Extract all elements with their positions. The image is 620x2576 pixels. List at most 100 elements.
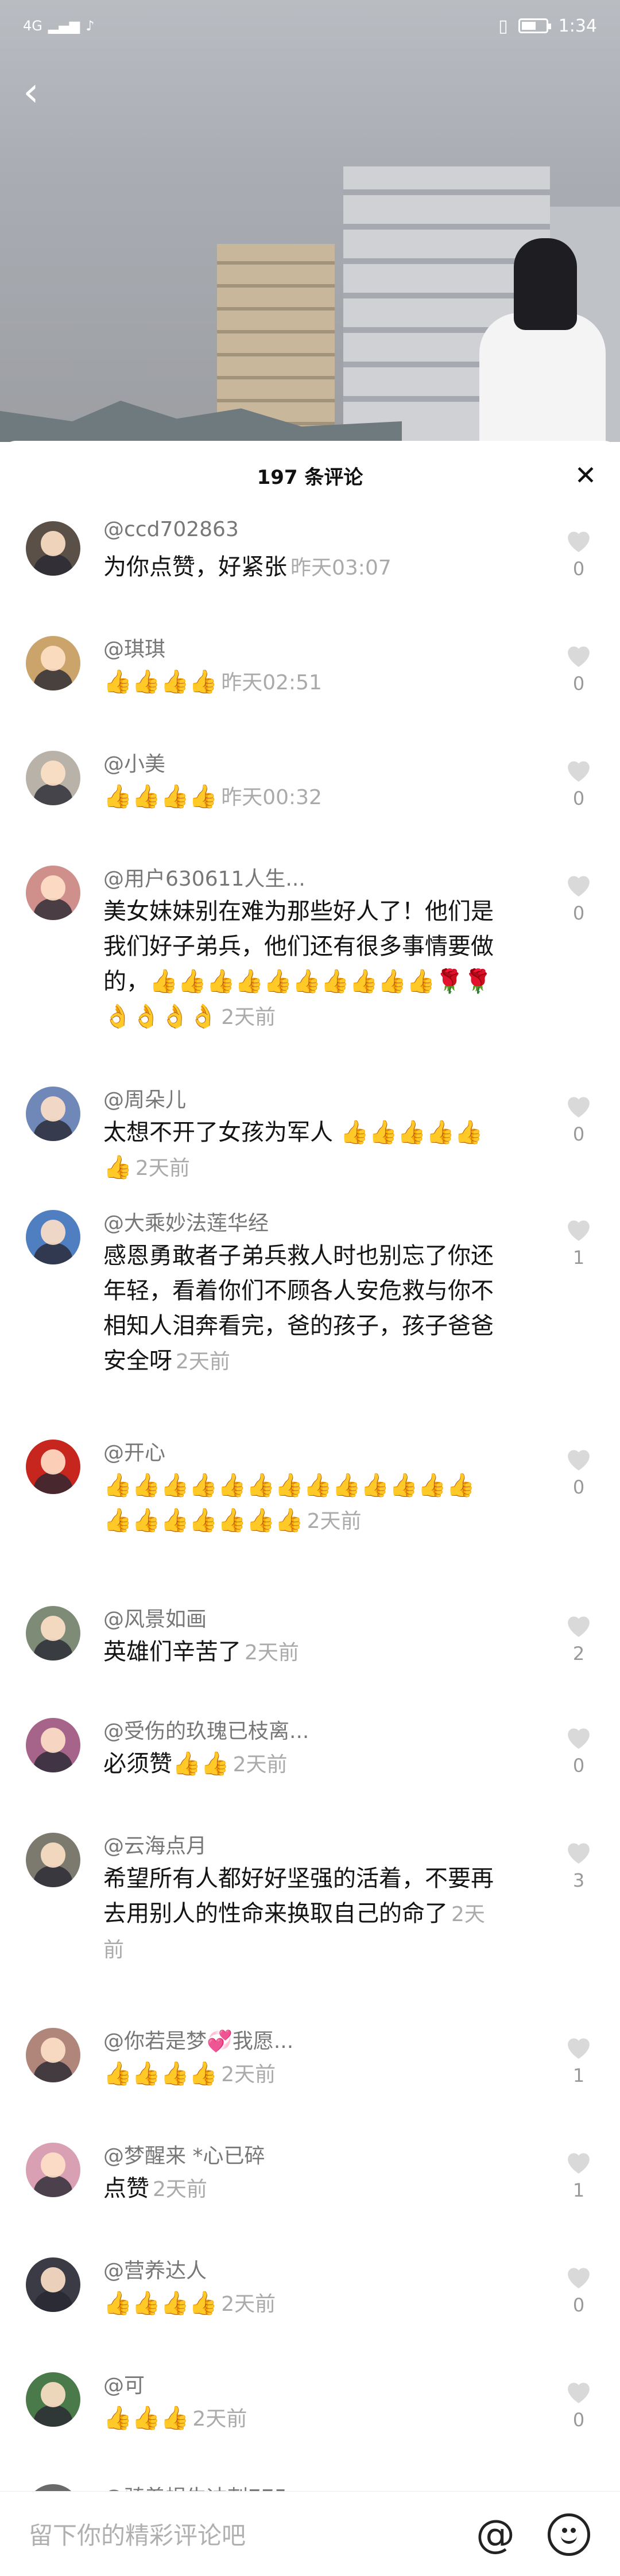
like-button[interactable]: 0 (563, 2263, 595, 2316)
comment-time: 昨天02:51 (221, 671, 322, 695)
comment-body: 👍👍👍👍 (103, 783, 218, 810)
avatar[interactable] (26, 1087, 80, 1141)
status-bar: 4G ▂▄▆ ♪ ▯ 1:34 (0, 0, 620, 52)
heart-icon[interactable] (564, 1612, 594, 1638)
like-button[interactable]: 0 (563, 1445, 595, 1498)
comment-body: 英雄们辛苦了 (103, 1639, 241, 1665)
comment-username[interactable]: @梦醒来 *心已碎 (103, 2139, 265, 2169)
comment-input-bar[interactable]: 留下你的精彩评论吧 @ (0, 2491, 620, 2576)
heart-icon[interactable] (564, 2148, 594, 2175)
avatar[interactable] (26, 1440, 80, 1494)
avatar[interactable] (26, 2372, 80, 2427)
comment-username[interactable]: @用户630611人生... (103, 862, 305, 892)
comment-time: 2天前 (221, 1006, 276, 1029)
like-count: 0 (572, 673, 585, 695)
comment-body: 👍👍👍👍 (103, 2290, 218, 2317)
like-count: 2 (572, 1643, 585, 1665)
heart-icon[interactable] (564, 642, 594, 668)
avatar[interactable] (26, 636, 80, 690)
comment-time: 2天前 (221, 2063, 276, 2086)
heart-icon[interactable] (564, 527, 594, 553)
signal-label: 4G (23, 18, 42, 34)
comment-text: 点赞 2天前 (103, 2171, 499, 2207)
like-button[interactable]: 1 (563, 2034, 595, 2086)
comment-username[interactable]: @可 (103, 2369, 145, 2399)
heart-icon[interactable] (564, 1092, 594, 1119)
comment-input[interactable]: 留下你的精彩评论吧 (29, 2516, 246, 2551)
like-button[interactable]: 0 (563, 2378, 595, 2431)
comment-text: 👍👍👍👍👍👍👍👍👍👍👍👍👍👍👍👍👍👍👍👍 2天前 (103, 1468, 499, 1539)
like-count: 1 (572, 2065, 585, 2086)
like-button[interactable]: 0 (563, 642, 595, 695)
emoji-icon[interactable] (548, 2513, 590, 2556)
comment-username[interactable]: @小美 (103, 747, 165, 777)
like-button[interactable]: 0 (563, 1724, 595, 1776)
avatar[interactable] (26, 1210, 80, 1264)
comment-text: 美女妹妹别在难为那些好人了！他们是我们好子弟兵，他们还有很多事情要做的，👍👍👍👍… (103, 894, 499, 1035)
like-button[interactable]: 1 (563, 1216, 595, 1268)
comment-body: 为你点赞，好紧张 (103, 554, 287, 580)
heart-icon[interactable] (564, 1724, 594, 1750)
heart-icon[interactable] (564, 756, 594, 783)
heart-icon[interactable] (564, 2263, 594, 2290)
comment-text: 👍👍👍👍 昨天00:32 (103, 779, 499, 815)
avatar[interactable] (26, 2028, 80, 2082)
comment-username[interactable]: @营养达人 (103, 2254, 207, 2284)
like-button[interactable]: 0 (563, 1092, 595, 1145)
comment-body: 👍👍👍 (103, 2405, 189, 2431)
comment-body: 👍👍👍👍 (103, 669, 218, 695)
avatar[interactable] (26, 1606, 80, 1661)
comment-body: 点赞 (103, 2175, 149, 2202)
mention-at-icon[interactable]: @ (474, 2513, 517, 2556)
comment-text: 👍👍👍 2天前 (103, 2401, 499, 2437)
like-button[interactable]: 0 (563, 756, 595, 809)
avatar[interactable] (26, 1718, 80, 1772)
like-count: 0 (572, 2409, 585, 2431)
comment-username[interactable]: @周朵儿 (103, 1083, 186, 1113)
avatar[interactable] (26, 2143, 80, 2197)
comment-username[interactable]: @开心 (103, 1436, 165, 1466)
avatar[interactable] (26, 1833, 80, 1887)
comment-username[interactable]: @受伤的玖瑰已枝离... (103, 1714, 309, 1744)
like-button[interactable]: 3 (563, 1838, 595, 1891)
comment-text: 希望所有人都好好坚强的活着，不要再去用别人的性命来换取自己的命了 2天前 (103, 1861, 499, 1968)
heart-icon[interactable] (564, 2378, 594, 2404)
like-count: 1 (572, 2179, 585, 2201)
like-count: 0 (572, 902, 585, 924)
comment-username[interactable]: @你若是梦💞我愿... (103, 2024, 293, 2054)
avatar[interactable] (26, 751, 80, 805)
like-button[interactable]: 0 (563, 527, 595, 580)
heart-icon[interactable] (564, 1445, 594, 1472)
comment-time: 2天前 (135, 1157, 190, 1180)
comment-body: 美女妹妹别在难为那些好人了！他们是我们好子弟兵，他们还有很多事情要做的，👍👍👍👍… (103, 898, 494, 1030)
comment-text: 太想不开了女孩为军人 👍👍👍👍👍👍 2天前 (103, 1115, 499, 1186)
comment-text: 为你点赞，好紧张 昨天03:07 (103, 550, 499, 585)
comment-body: 希望所有人都好好坚强的活着，不要再去用别人的性命来换取自己的命了 (103, 1865, 494, 1927)
heart-icon[interactable] (564, 1838, 594, 1865)
comment-body: 👍👍👍👍 (103, 2061, 218, 2087)
like-button[interactable]: 1 (563, 2148, 595, 2201)
back-chevron-icon[interactable]: ‹ (23, 72, 57, 112)
comment-time: 2天前 (221, 2292, 276, 2316)
comment-username[interactable]: @云海点月 (103, 1829, 207, 1859)
heart-icon[interactable] (564, 871, 594, 898)
video-preview[interactable] (0, 0, 620, 442)
comment-username[interactable]: @大乘妙法莲华经 (103, 1206, 269, 1236)
vibrate-icon: ▯ (498, 15, 508, 36)
avatar[interactable] (26, 2257, 80, 2312)
hills (0, 401, 402, 442)
heart-icon[interactable] (564, 2034, 594, 2060)
avatar[interactable] (26, 866, 80, 920)
comment-username[interactable]: @风景如画 (103, 1603, 207, 1632)
comment-username[interactable]: @琪琪 (103, 633, 165, 662)
comment-text: 👍👍👍👍 2天前 (103, 2286, 499, 2322)
comment-username[interactable]: @ccd702863 (103, 518, 239, 541)
like-button[interactable]: 2 (563, 1612, 595, 1665)
close-icon[interactable]: ✕ (574, 462, 597, 488)
comment-time: 2天前 (307, 1510, 362, 1533)
heart-icon[interactable] (564, 1216, 594, 1242)
comment-text: 👍👍👍👍 2天前 (103, 2057, 499, 2092)
comment-time: 2天前 (153, 2178, 207, 2201)
avatar[interactable] (26, 521, 80, 576)
like-button[interactable]: 0 (563, 871, 595, 924)
